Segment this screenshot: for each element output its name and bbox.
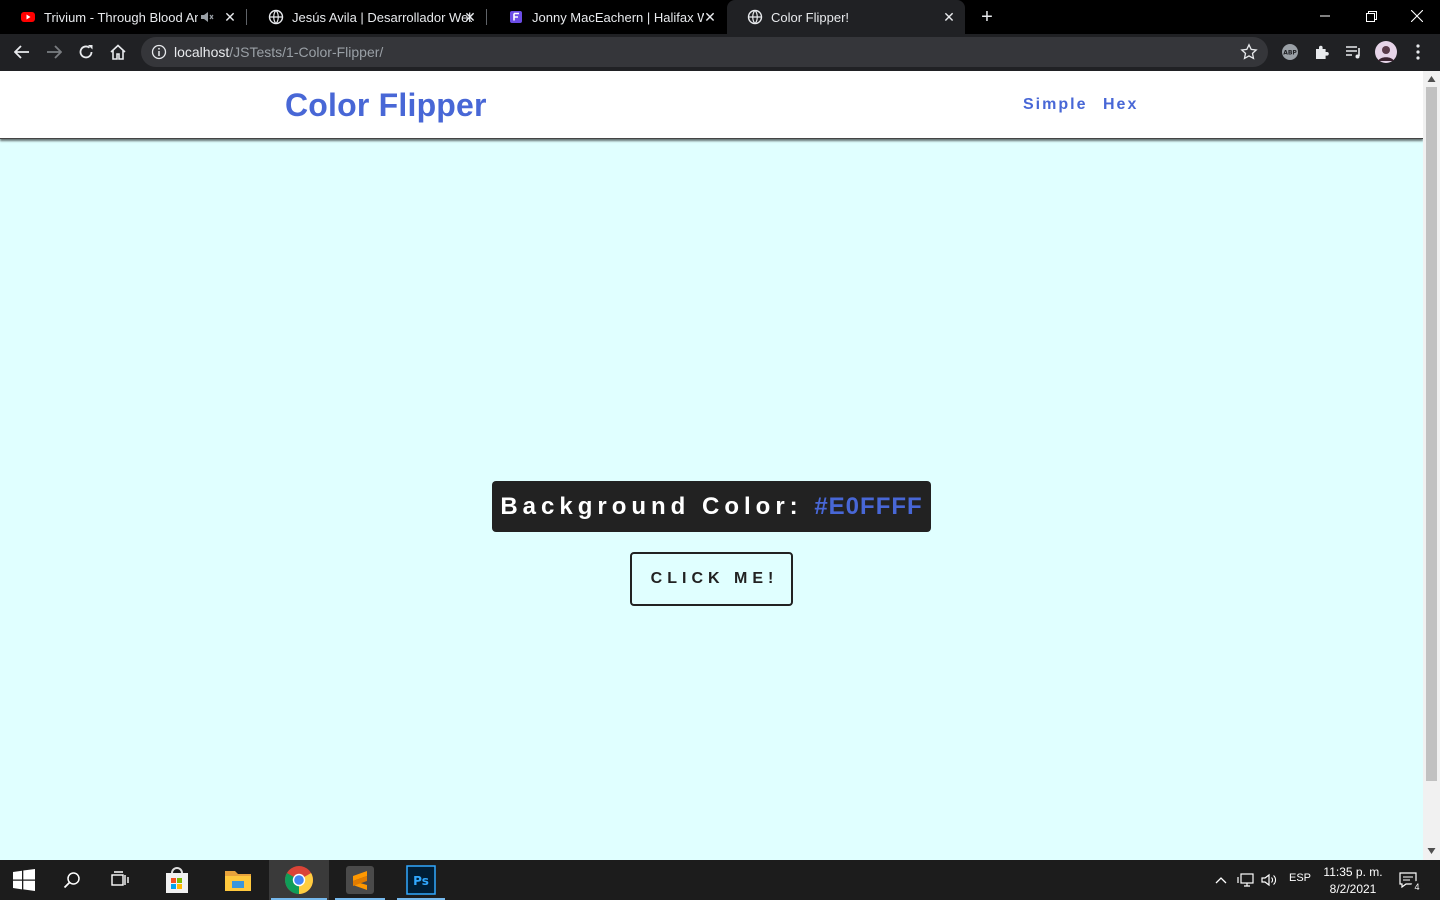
chevron-up-icon[interactable] <box>1213 872 1229 888</box>
store-icon[interactable] <box>152 860 202 900</box>
notification-count-badge: 4 <box>1411 881 1423 893</box>
new-tab-icon[interactable]: + <box>977 7 997 27</box>
address-bar[interactable]: localhost/JSTests/1-Color-Flipper/ <box>141 37 1268 67</box>
bookmark-star-icon[interactable] <box>1240 43 1258 61</box>
reload-icon[interactable] <box>74 40 98 64</box>
system-clock[interactable]: 11:35 p. m. 8/2/2021 <box>1320 864 1386 898</box>
tab-title: Trivium - Through Blood And <box>44 9 198 25</box>
background-color-text: Background Color: #E0FFFF <box>500 493 922 521</box>
volume-icon[interactable] <box>1260 872 1278 888</box>
nav-link-simple[interactable]: Simple <box>1023 96 1087 114</box>
tab-trivium[interactable]: Trivium - Through Blood And ✕ <box>0 0 246 34</box>
globe-icon <box>747 9 763 25</box>
adblock-extension-icon[interactable]: ABP <box>1278 40 1302 64</box>
photoshop-icon[interactable]: Ps <box>395 860 447 900</box>
background-color-label: Background Color: <box>500 492 803 520</box>
scroll-up-arrow-icon[interactable] <box>1427 75 1436 83</box>
tab-title: Jesús Avila | Desarrollador Web <box>292 9 472 25</box>
forward-arrow-icon[interactable] <box>42 40 66 64</box>
browser-toolbar: localhost/JSTests/1-Color-Flipper/ ABP <box>0 34 1440 71</box>
close-window-icon[interactable] <box>1394 0 1440 32</box>
home-icon[interactable] <box>106 40 130 64</box>
media-playlist-icon[interactable] <box>1342 40 1366 64</box>
site-navbar: Color Flipper Simple Hex <box>0 71 1423 139</box>
restore-window-icon[interactable] <box>1348 0 1394 32</box>
chrome-taskbar-icon[interactable] <box>269 860 329 900</box>
close-tab-icon[interactable]: ✕ <box>222 9 238 25</box>
url-path: /JSTests/1-Color-Flipper/ <box>229 44 384 60</box>
background-color-value: #E0FFFF <box>814 492 923 520</box>
youtube-icon <box>21 12 35 22</box>
nav-link-hex[interactable]: Hex <box>1103 96 1138 114</box>
file-explorer-icon[interactable] <box>213 860 263 900</box>
browser-tab-strip: Trivium - Through Blood And ✕ Jesús Avil… <box>0 0 1440 34</box>
tab-title: Color Flipper! <box>771 9 850 25</box>
info-icon[interactable] <box>151 44 167 60</box>
tab-color-flipper[interactable]: Color Flipper! ✕ <box>727 0 965 34</box>
tab-separator <box>486 9 487 25</box>
windows-taskbar: Ps ESP 11:35 p. m. 8/2/2021 4 <box>0 860 1440 900</box>
network-icon[interactable] <box>1237 872 1255 888</box>
extensions-puzzle-icon[interactable] <box>1310 40 1334 64</box>
globe-icon <box>268 9 284 25</box>
scrollbar-thumb[interactable] <box>1426 87 1437 781</box>
close-tab-icon[interactable]: ✕ <box>462 9 478 25</box>
page-viewport: Color Flipper Simple Hex Background Colo… <box>0 71 1423 860</box>
tab-jonny-maceachern[interactable]: Jonny MacEachern | Halifax Word ✕ <box>488 0 726 34</box>
url-host: localhost <box>174 44 230 60</box>
close-tab-icon[interactable]: ✕ <box>702 9 718 25</box>
tab-separator <box>246 9 247 25</box>
background-color-display: Background Color: #E0FFFF <box>492 481 931 532</box>
search-icon[interactable] <box>48 860 96 900</box>
task-view-icon[interactable] <box>96 860 144 900</box>
tab-title: Jonny MacEachern | Halifax Word <box>532 9 704 25</box>
chrome-menu-icon[interactable] <box>1406 40 1430 64</box>
url-text[interactable]: localhost/JSTests/1-Color-Flipper/ <box>174 44 383 60</box>
site-brand-title[interactable]: Color Flipper <box>285 87 487 124</box>
clock-time: 11:35 p. m. <box>1323 865 1383 879</box>
back-arrow-icon[interactable] <box>10 40 34 64</box>
windows-start-icon[interactable] <box>0 860 48 900</box>
svg-text:Ps: Ps <box>413 874 429 888</box>
profile-avatar[interactable] <box>1374 40 1398 64</box>
tab-jesus-avila[interactable]: Jesús Avila | Desarrollador Web ✕ <box>248 0 486 34</box>
input-language-indicator[interactable]: ESP <box>1289 872 1311 884</box>
sublime-text-icon[interactable] <box>333 860 387 900</box>
page-scrollbar[interactable] <box>1423 71 1440 860</box>
svg-text:ABP: ABP <box>1283 50 1297 57</box>
scroll-down-arrow-icon[interactable] <box>1427 847 1436 855</box>
site-f-icon <box>510 11 522 23</box>
speaker-muted-icon[interactable] <box>200 9 214 25</box>
minimize-window-icon[interactable] <box>1302 0 1348 32</box>
clock-date: 8/2/2021 <box>1329 882 1377 896</box>
click-me-button[interactable]: CLICK ME! <box>630 552 793 606</box>
close-tab-icon[interactable]: ✕ <box>941 9 957 25</box>
